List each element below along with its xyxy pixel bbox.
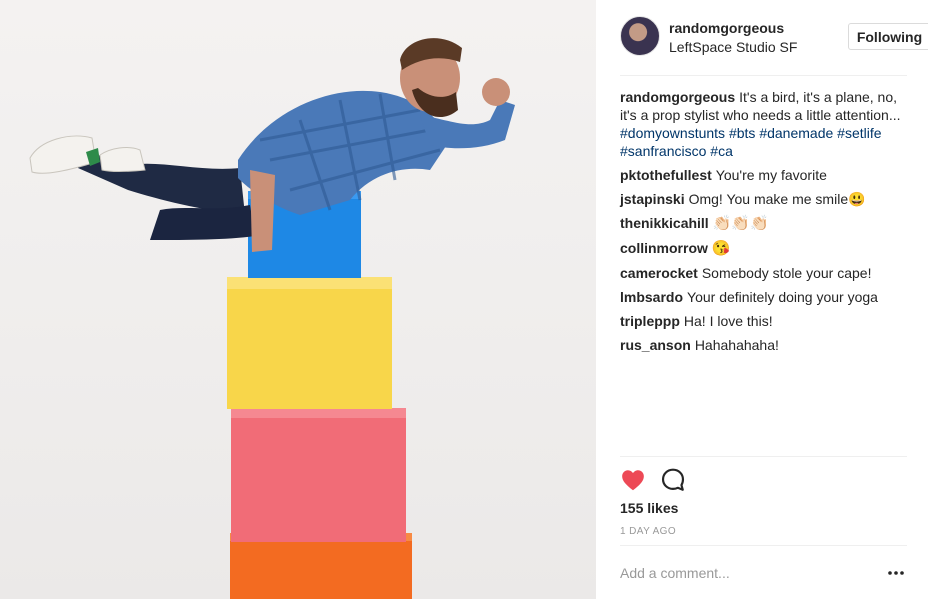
post-timestamp[interactable]: 1 DAY AGO — [620, 526, 676, 537]
comment-author[interactable]: tripleppp — [620, 313, 680, 329]
comment-text: Ha! I love this! — [683, 313, 773, 329]
actions-divider — [620, 456, 907, 457]
like-count[interactable]: 155 likes — [620, 500, 678, 516]
comment-item: thenikkicahill 👏🏻👏🏻👏🏻 — [620, 214, 907, 233]
following-button[interactable]: Following — [848, 23, 928, 50]
comment-divider — [620, 545, 907, 546]
comment-author[interactable]: thenikkicahill — [620, 215, 709, 231]
avatar[interactable] — [620, 16, 660, 56]
header-divider — [620, 75, 907, 76]
post-sidebar: randomgorgeous LeftSpace Studio SF Follo… — [596, 0, 928, 599]
comment-text: 😘 — [711, 240, 731, 257]
comment-author[interactable]: jstapinski — [620, 191, 685, 207]
hashtag-link[interactable]: #bts — [729, 125, 755, 141]
comment-item: lmbsardo Your definitely doing your yoga — [620, 288, 907, 306]
post-header: randomgorgeous LeftSpace Studio SF Follo… — [620, 16, 928, 60]
hashtag-link[interactable]: #ca — [710, 143, 733, 159]
comment-text: Omg! You make me smile😃 — [688, 191, 866, 207]
hashtag-link[interactable]: #domyownstunts — [620, 125, 725, 141]
comment-text: 👏🏻👏🏻👏🏻 — [712, 215, 769, 232]
comment-icon[interactable] — [660, 467, 686, 493]
comment-text: Hahahahaha! — [694, 337, 779, 353]
comment-text: You're my favorite — [715, 167, 827, 183]
hashtag-link[interactable]: #setlife — [837, 125, 881, 141]
comment-item: collinmorrow 😘 — [620, 239, 907, 258]
post-username[interactable]: randomgorgeous — [669, 20, 784, 36]
comment-input[interactable] — [620, 560, 870, 586]
post-location[interactable]: LeftSpace Studio SF — [669, 39, 797, 55]
comment-item: camerocket Somebody stole your cape! — [620, 264, 907, 282]
more-icon[interactable] — [885, 564, 907, 582]
comment-item: rus_anson Hahahahaha! — [620, 336, 907, 354]
comment-text: Your definitely doing your yoga — [687, 289, 878, 305]
comment-author[interactable]: collinmorrow — [620, 240, 708, 256]
comment-text: Somebody stole your cape! — [701, 265, 872, 281]
person-figure — [29, 38, 515, 252]
comment-item: jstapinski Omg! You make me smile😃 — [620, 190, 907, 208]
hashtag-link[interactable]: #sanfrancisco — [620, 143, 706, 159]
post-actions — [620, 467, 720, 493]
hashtag-link[interactable]: #danemade — [759, 125, 833, 141]
comment-author[interactable]: rus_anson — [620, 337, 691, 353]
post-caption: randomgorgeous It's a bird, it's a plane,… — [620, 88, 907, 160]
comment-author[interactable]: camerocket — [620, 265, 698, 281]
caption-author[interactable]: randomgorgeous — [620, 89, 735, 105]
comment-list: randomgorgeous It's a bird, it's a plane,… — [620, 88, 907, 360]
comment-author[interactable]: lmbsardo — [620, 289, 683, 305]
comment-item: tripleppp Ha! I love this! — [620, 312, 907, 330]
comment-author[interactable]: pktothefullest — [620, 167, 712, 183]
add-comment-bar — [620, 560, 907, 586]
heart-icon[interactable] — [620, 467, 646, 493]
comment-item: pktothefullest You're my favorite — [620, 166, 907, 184]
post-photo[interactable] — [0, 0, 596, 599]
